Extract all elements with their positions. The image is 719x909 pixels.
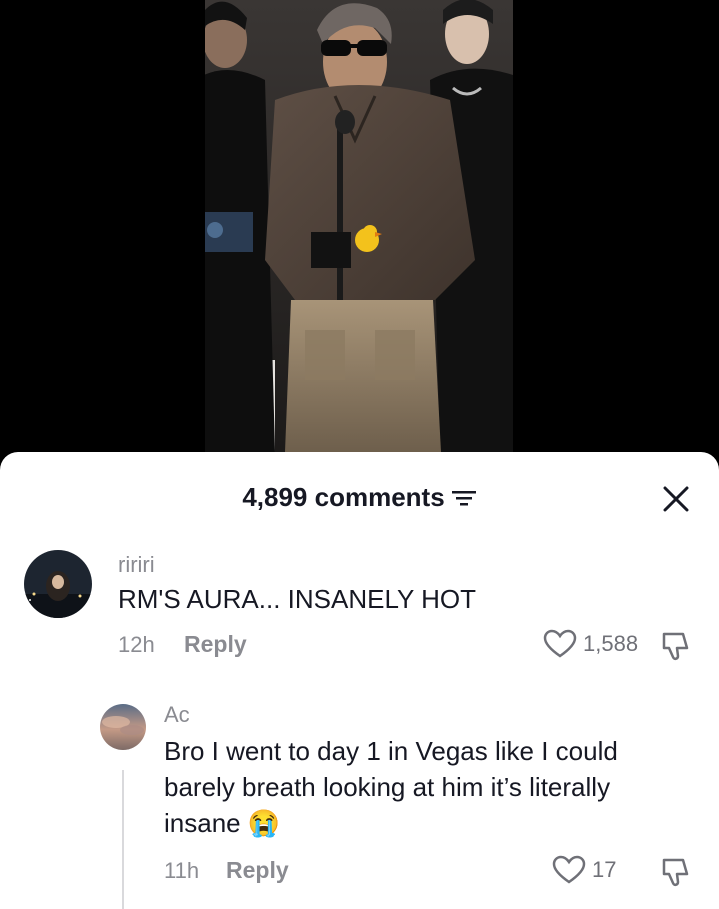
comments-header: 4,899 comments (0, 480, 719, 520)
video-player[interactable] (0, 0, 719, 470)
reply-timestamp: 11h (164, 858, 200, 883)
video-frame[interactable] (205, 0, 513, 452)
dislike-icon[interactable] (659, 856, 693, 888)
reply-username[interactable]: Ac (164, 702, 190, 728)
sort-filter-icon[interactable] (451, 487, 477, 509)
comments-count-filter[interactable]: 4,899 comments (242, 482, 476, 513)
reply-button[interactable]: Reply (226, 857, 289, 884)
comment-item: ririri RM'S AURA... INSANELY HOT 12h Rep… (0, 550, 719, 670)
reply-button[interactable]: Reply (184, 631, 247, 658)
video-still-image (205, 0, 513, 452)
comment-text: RM'S AURA... INSANELY HOT (118, 584, 476, 614)
comment-username[interactable]: ririri (118, 552, 155, 578)
comments-panel: 4,899 comments ririri RM'S AURA... INSAN… (0, 452, 719, 909)
heart-icon[interactable] (543, 629, 577, 659)
crying-emoji: 😭 (247, 808, 281, 838)
reply-text-last: insane (164, 808, 241, 838)
thread-line (122, 770, 124, 909)
comments-count: 4,899 comments (242, 482, 445, 512)
like-count: 1,588 (583, 631, 639, 656)
heart-icon[interactable] (552, 855, 586, 885)
avatar[interactable] (100, 704, 146, 750)
reply-text-line-2: barely breath looking at him it’s litera… (164, 772, 611, 802)
comment-timestamp: 12h (118, 632, 155, 657)
like-button[interactable]: 1,588 (543, 629, 638, 659)
avatar[interactable] (24, 550, 92, 618)
like-button[interactable]: 17 (552, 855, 616, 885)
reply-text-line-3: insane 😭 (164, 808, 280, 839)
reply-text-line-1: Bro I went to day 1 in Vegas like I coul… (164, 736, 618, 766)
dislike-icon[interactable] (659, 630, 693, 662)
like-count: 17 (592, 857, 617, 882)
close-icon[interactable] (661, 484, 691, 514)
